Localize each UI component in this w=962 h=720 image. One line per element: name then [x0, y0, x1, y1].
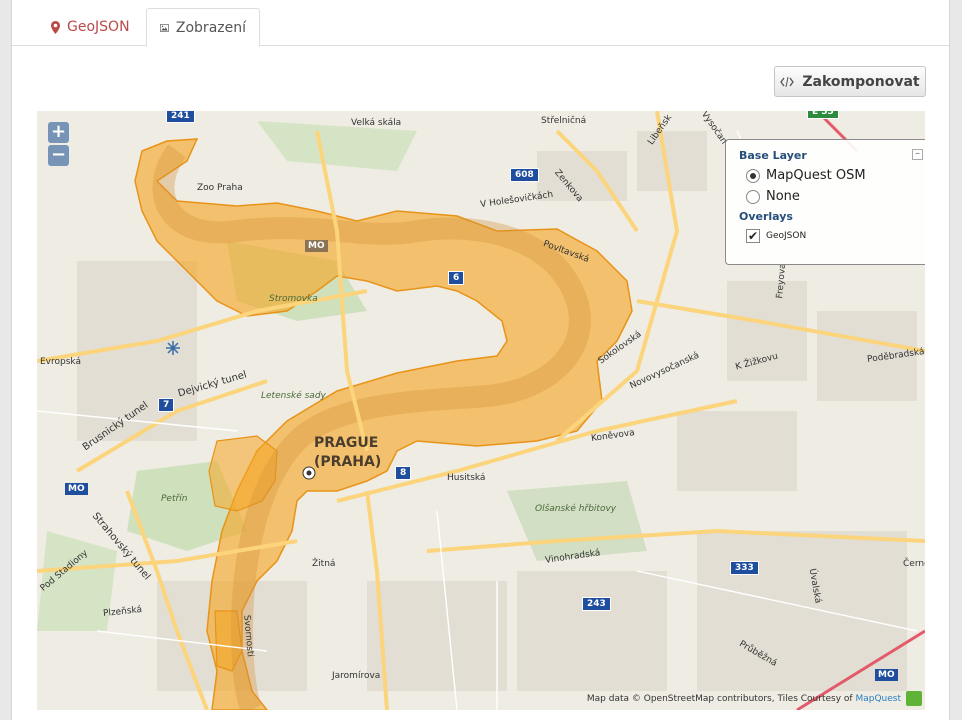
map-label: Husitská: [447, 473, 486, 483]
image-icon: [160, 23, 169, 32]
layer-switcher: – Base Layer MapQuest OSM None Overlays …: [725, 139, 925, 265]
road-shield: 333: [730, 561, 759, 575]
snowflake-icon: [166, 341, 180, 355]
road-shield: 241: [166, 111, 195, 123]
code-icon: [780, 76, 795, 87]
landmark-icon: [302, 466, 316, 480]
mo-badge: MO: [65, 483, 88, 495]
overlay-label: GeoJSON: [766, 231, 807, 241]
tab-geojson-label: GeoJSON: [67, 19, 130, 35]
tab-geojson[interactable]: GeoJSON: [38, 8, 143, 46]
city-name-local: (PRAHA): [314, 454, 382, 470]
map-label: Černo: [903, 559, 925, 569]
zoom-in-button[interactable]: +: [48, 122, 69, 143]
tab-bar: GeoJSON Zobrazení: [12, 0, 949, 47]
map-label: Petřín: [161, 494, 188, 504]
base-layer-label: None: [766, 189, 800, 204]
city-label: PRAGUE (PRAHA): [314, 434, 381, 472]
map-label: Stromovka: [269, 294, 318, 304]
checkbox-checked-icon[interactable]: ✔: [746, 229, 760, 243]
map-label: Evropská: [40, 357, 81, 367]
mapquest-logo-icon: [906, 691, 922, 706]
road-shield: 608: [510, 168, 539, 182]
zoom-controls: + −: [48, 122, 69, 168]
map-marker-icon: [51, 20, 60, 34]
map-label: Letenské sady: [261, 391, 326, 401]
road-shield: 6: [448, 271, 465, 285]
road-shield: 7: [158, 398, 175, 412]
base-layer-title: Base Layer: [739, 149, 807, 162]
base-layer-label: MapQuest OSM: [766, 168, 866, 183]
map-label: Jaromírova: [332, 671, 381, 681]
map-attribution: Map data © OpenStreetMap contributors, T…: [587, 694, 901, 704]
embed-button[interactable]: Zakomponovat: [774, 66, 926, 97]
zoom-out-button[interactable]: −: [48, 145, 69, 166]
base-layer-option[interactable]: None: [746, 189, 914, 204]
road-shield: 8: [395, 466, 412, 480]
radio-icon[interactable]: [746, 189, 760, 204]
radio-selected-icon[interactable]: [746, 168, 760, 183]
overlays-title: Overlays: [739, 210, 793, 223]
map-label: Zoo Praha: [197, 183, 243, 193]
tab-zobrazeni-label: Zobrazení: [175, 19, 246, 36]
map-label: Olšanské hřbitovy: [535, 504, 617, 514]
road-shield: 243: [582, 597, 611, 611]
city-name: PRAGUE: [314, 435, 379, 451]
embed-button-label: Zakomponovat: [802, 73, 920, 90]
map-label: Žitná: [312, 559, 336, 569]
map-view[interactable]: + − Velká skála Střelničná Zoo Praha V H…: [37, 111, 925, 710]
main-panel: GeoJSON Zobrazení Zakomponovat + − Velká…: [11, 0, 950, 720]
tab-zobrazeni[interactable]: Zobrazení: [146, 8, 260, 47]
mo-badge: MO: [305, 240, 328, 252]
minimize-icon[interactable]: –: [912, 149, 923, 160]
road-shield: E 55: [807, 111, 839, 119]
map-label: Střelničná: [541, 116, 587, 126]
base-layer-option[interactable]: MapQuest OSM: [746, 168, 914, 183]
overlay-option[interactable]: ✔ GeoJSON: [746, 229, 914, 243]
mo-badge: MO: [875, 669, 898, 681]
map-label: Velká skála: [351, 118, 402, 128]
attribution-link[interactable]: MapQuest: [855, 694, 901, 704]
attribution-text: Map data © OpenStreetMap contributors, T…: [586, 694, 853, 704]
